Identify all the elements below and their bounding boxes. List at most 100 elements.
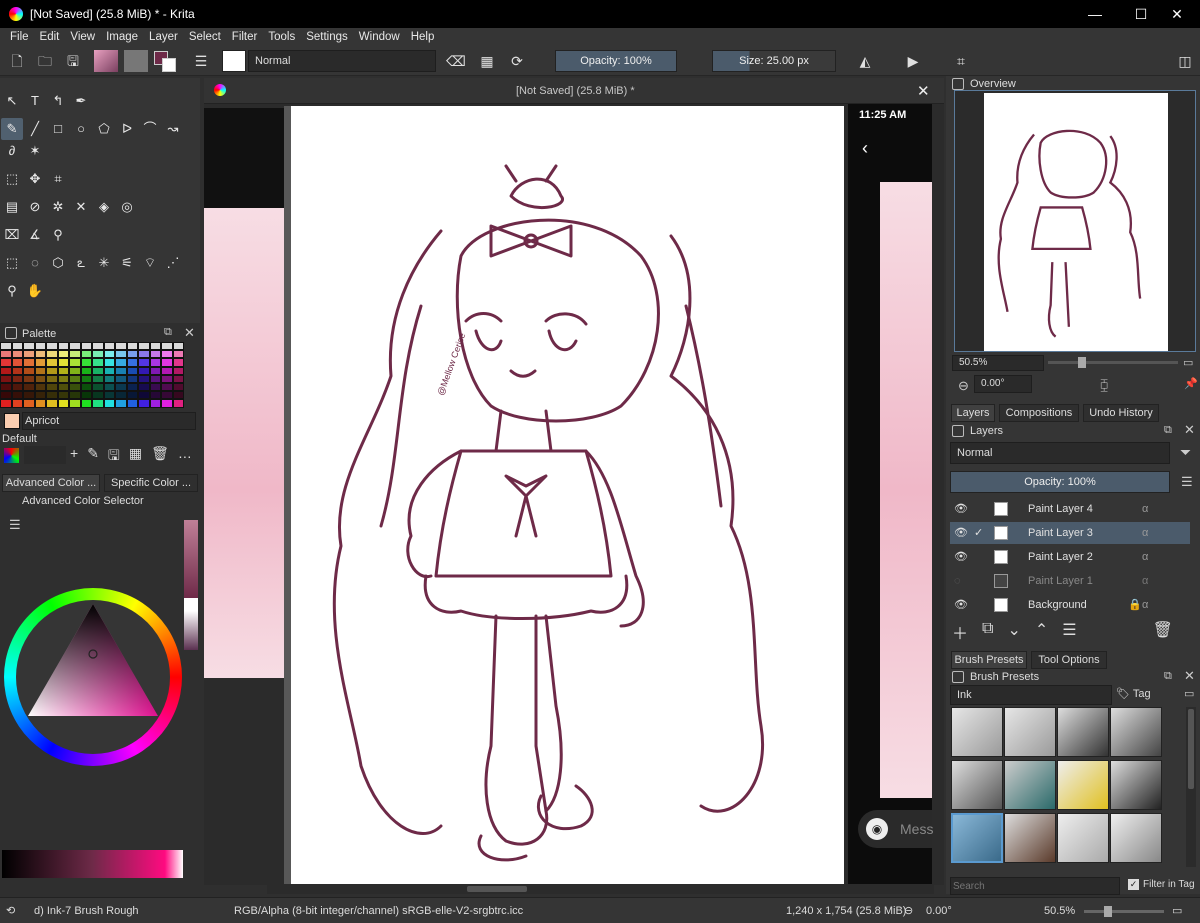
palette-swatch[interactable] <box>161 374 173 383</box>
palette-swatch[interactable] <box>0 399 12 408</box>
polygon-tool-icon[interactable]: ⬠ <box>93 118 115 140</box>
alpha-lock-icon[interactable]: ▦ <box>478 52 496 70</box>
enclose-fill-icon[interactable]: ◎ <box>116 196 138 218</box>
contiguous-select-icon[interactable]: ✳ <box>93 252 115 274</box>
palette-swatch[interactable] <box>172 391 184 400</box>
layer-row[interactable]: 👁 Background 🔒 α <box>950 594 1190 616</box>
palette-swatch[interactable] <box>11 342 23 351</box>
palette-swatch[interactable] <box>172 342 184 351</box>
menu-tools[interactable]: Tools <box>268 31 295 43</box>
palette-swatch[interactable] <box>92 350 104 359</box>
layer-row[interactable]: 👁 Paint Layer 4 α <box>950 498 1190 520</box>
palette-swatch[interactable] <box>23 382 35 392</box>
tab-undo-history[interactable]: Undo History <box>1083 404 1159 422</box>
overview-panel[interactable] <box>954 90 1196 352</box>
brush-float-icon[interactable]: ⧉ <box>1164 670 1172 683</box>
palette-swatch[interactable] <box>92 358 104 367</box>
palette-swatch[interactable] <box>92 342 104 351</box>
mirror-horizontal-icon[interactable]: ◭ <box>856 52 874 70</box>
layer-locked-icon[interactable]: 🔒 <box>1128 594 1142 616</box>
palette-swatch[interactable] <box>126 358 138 367</box>
layer-blend-dropdown[interactable]: Normal <box>950 442 1170 464</box>
move-layer-down-icon[interactable]: ⌄ <box>1007 620 1020 644</box>
palette-swatch[interactable] <box>57 342 69 351</box>
menu-image[interactable]: Image <box>106 31 138 43</box>
layer-row-hidden[interactable]: ◌ Paint Layer 1 α <box>950 570 1190 592</box>
palette-swatch[interactable] <box>57 374 69 383</box>
pattern-swatch[interactable] <box>124 50 148 72</box>
move-layer-up-icon[interactable]: ⌃ <box>1035 620 1048 644</box>
brush-close-icon[interactable]: ✕ <box>1184 668 1195 684</box>
layers-float-icon[interactable]: ⧉ <box>1164 424 1172 437</box>
brush-highlighter[interactable] <box>1057 760 1109 810</box>
palette-swatch[interactable] <box>57 391 69 400</box>
alpha-icon[interactable]: α <box>1142 594 1148 616</box>
edit-color-icon[interactable]: ✎ <box>87 445 99 469</box>
pan-tool-icon[interactable]: ✋ <box>24 280 46 302</box>
palette-swatch[interactable] <box>103 366 115 375</box>
menu-select[interactable]: Select <box>189 31 221 43</box>
layer-row[interactable]: 👁 Paint Layer 2 α <box>950 546 1190 568</box>
palette-swatch[interactable] <box>69 366 81 375</box>
palette-swatch[interactable] <box>23 358 35 367</box>
palette-swatch[interactable] <box>23 399 35 408</box>
palette-swatch[interactable] <box>57 366 69 375</box>
transform-tool-icon[interactable]: ⬚ <box>1 168 23 190</box>
brush-eraser-hard[interactable] <box>1004 707 1056 757</box>
palette-swatch[interactable] <box>57 382 69 392</box>
palette-swatch[interactable] <box>23 342 35 351</box>
palette-swatch[interactable] <box>115 342 127 351</box>
close-button[interactable]: ✕ <box>1154 0 1200 28</box>
tab-tool-options[interactable]: Tool Options <box>1031 651 1107 669</box>
palette-swatch[interactable] <box>34 358 46 367</box>
palette-chooser-icon[interactable] <box>4 448 19 463</box>
palette-swatch[interactable] <box>138 350 150 359</box>
status-menu-icon[interactable]: ▭ <box>1172 898 1182 923</box>
palette-swatch[interactable] <box>80 382 92 392</box>
palette-swatch[interactable] <box>161 366 173 375</box>
palette-swatch[interactable] <box>34 382 46 392</box>
palette-swatch[interactable] <box>46 399 58 408</box>
palette-swatch[interactable] <box>80 399 92 408</box>
ellipse-tool-icon[interactable]: ○ <box>70 118 92 140</box>
palette-swatch[interactable] <box>34 342 46 351</box>
palette-swatch[interactable] <box>172 399 184 408</box>
palette-swatch[interactable] <box>115 382 127 392</box>
palette-swatch[interactable] <box>138 342 150 351</box>
palette-swatch[interactable] <box>103 374 115 383</box>
polyline-tool-icon[interactable]: ᐅ <box>116 118 138 140</box>
docker-toggle-icon[interactable]: ◫ <box>1176 52 1194 70</box>
palette-swatch[interactable] <box>161 399 173 408</box>
lock-icon[interactable] <box>5 327 17 339</box>
tab-specific-color[interactable]: Specific Color ... <box>104 474 198 492</box>
menu-file[interactable]: File <box>10 31 29 43</box>
eraser-icon[interactable]: ⌫ <box>446 52 466 70</box>
canvas-paper[interactable]: @Mellow Cerise <box>291 106 844 884</box>
brush-pencil[interactable] <box>951 760 1003 810</box>
palette-swatch[interactable] <box>11 399 23 408</box>
palette-swatch[interactable] <box>46 366 58 375</box>
palette-swatch[interactable] <box>172 382 184 392</box>
overview-lock-icon[interactable] <box>952 78 964 90</box>
reload-preset-icon[interactable]: ⟳ <box>508 52 526 70</box>
mirror-view-icon[interactable]: ⧮ <box>1100 377 1108 393</box>
assistant-tool-icon[interactable]: ⌧ <box>1 224 23 246</box>
palette-grid-icon[interactable]: ▦ <box>129 445 142 469</box>
calligraphy-icon[interactable]: ✒ <box>70 90 92 112</box>
filter-in-tag-checkbox[interactable]: ✓ <box>1128 879 1139 890</box>
close-docker-icon[interactable]: ✕ <box>184 325 195 341</box>
palette-swatch[interactable] <box>0 358 12 367</box>
palette-swatch[interactable] <box>23 391 35 400</box>
palette-swatch[interactable] <box>149 350 161 359</box>
menu-settings[interactable]: Settings <box>306 31 348 43</box>
palette-swatch[interactable] <box>92 399 104 408</box>
color-settings-icon[interactable]: ☰ <box>9 517 21 533</box>
gradient-swatch[interactable] <box>94 50 118 72</box>
status-zoom[interactable]: 50.5% <box>1044 898 1075 923</box>
palette-swatch[interactable] <box>172 358 184 367</box>
visibility-eye-icon[interactable]: 👁 <box>954 546 968 568</box>
size-slider[interactable]: Size: 25.00 px <box>712 50 836 72</box>
horizontal-scrollbar[interactable] <box>267 884 934 894</box>
palette-swatch[interactable] <box>103 350 115 359</box>
palette-grid[interactable] <box>0 342 184 408</box>
